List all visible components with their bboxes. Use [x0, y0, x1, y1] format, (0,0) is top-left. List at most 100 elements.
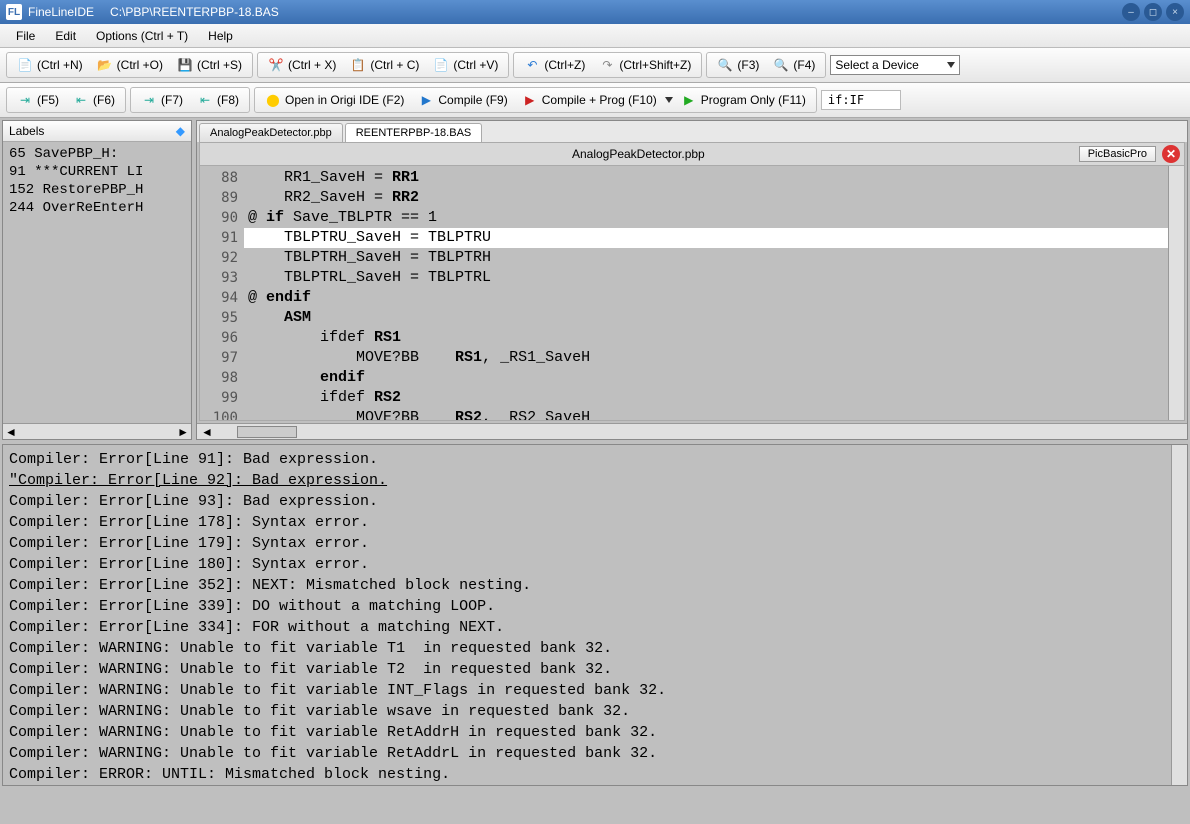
output-line[interactable]: Compiler: Error[Line 339]: DO without a … [9, 596, 1181, 617]
if-field[interactable]: if:IF [821, 90, 901, 110]
search-icon: 🔍 [717, 57, 733, 73]
output-line[interactable]: Compiler: WARNING: Unable to fit variabl… [9, 701, 1181, 722]
workspace: Labels ◆ 65 SavePBP_H: 91 ***CURRENT LI 15… [0, 118, 1190, 442]
minimize-button[interactable]: – [1122, 3, 1140, 21]
output-line[interactable]: Compiler: Error[Line 93]: Bad expression… [9, 491, 1181, 512]
new-button[interactable]: 📄(Ctrl +N) [11, 55, 89, 75]
toolbar-row-1: 📄(Ctrl +N) 📂(Ctrl +O) 💾(Ctrl +S) ✂️(Ctrl… [0, 48, 1190, 83]
dropdown-icon[interactable] [665, 97, 673, 103]
menu-help[interactable]: Help [198, 27, 243, 45]
tab-bar: AnalogPeakDetector.pbp REENTERPBP-18.BAS [197, 121, 1187, 142]
paste-icon: 📄 [433, 57, 449, 73]
tab-analog[interactable]: AnalogPeakDetector.pbp [199, 123, 343, 142]
device-select[interactable]: Select a Device [830, 55, 960, 75]
code-line[interactable]: @ endif [244, 288, 1168, 308]
code-line[interactable]: MOVE?BB RS1, _RS1_SaveH [244, 348, 1168, 368]
file-path: C:\PBP\REENTERPBP-18.BAS [110, 5, 279, 19]
output-line[interactable]: Compiler: Error[Line 352]: NEXT: Mismatc… [9, 575, 1181, 596]
code-line[interactable]: RR2_SaveH = RR2 [244, 188, 1168, 208]
code-line[interactable]: TBLPTRU_SaveH = TBLPTRU [244, 228, 1168, 248]
output-line[interactable]: Compiler: Error[Line 334]: FOR without a… [9, 617, 1181, 638]
label-item[interactable]: 244 OverReEnterH [9, 200, 185, 216]
output-line[interactable]: Compiler: Error[Line 91]: Bad expression… [9, 449, 1181, 470]
titlebar: FL FineLineIDE C:\PBP\REENTERPBP-18.BAS … [0, 0, 1190, 24]
output-line[interactable]: Compiler: WARNING: Unable to fit variabl… [9, 743, 1181, 764]
indent-icon: ⇥ [141, 92, 157, 108]
open-folder-icon: 📂 [97, 57, 113, 73]
code-line[interactable]: TBLPTRL_SaveH = TBLPTRL [244, 268, 1168, 288]
menu-options[interactable]: Options (Ctrl + T) [86, 27, 198, 45]
search-next-icon: 🔍 [773, 57, 789, 73]
code-line[interactable]: @ if Save_TBLPTR == 1 [244, 208, 1168, 228]
editor-vscroll[interactable] [1168, 166, 1184, 420]
labels-panel: Labels ◆ 65 SavePBP_H: 91 ***CURRENT LI 15… [2, 120, 192, 440]
lang-badge: PicBasicPro [1079, 146, 1156, 162]
maximize-button[interactable]: ◻ [1144, 3, 1162, 21]
indent-f7-button[interactable]: ⇥(F7) [135, 90, 189, 110]
output-line[interactable]: Compiler: Error[Line 180]: Syntax error. [9, 554, 1181, 575]
app-icon: FL [6, 4, 22, 20]
paste-button[interactable]: 📄(Ctrl +V) [427, 55, 504, 75]
findnext-button[interactable]: 🔍(F4) [767, 55, 821, 75]
open-orig-ide-button[interactable]: ⬤Open in Origi IDE (F2) [259, 90, 410, 110]
output-line[interactable]: Compiler: Error[Line 178]: Syntax error. [9, 512, 1181, 533]
play-blue-icon: ▶ [418, 92, 434, 108]
undo-button[interactable]: ↶(Ctrl+Z) [518, 55, 591, 75]
redo-icon: ↷ [599, 57, 615, 73]
output-line[interactable]: Compiler: Error[Line 179]: Syntax error. [9, 533, 1181, 554]
outdent-icon: ⇤ [197, 92, 213, 108]
code-line[interactable]: endif [244, 368, 1168, 388]
output-line[interactable]: Compiler: WARNING: Unable to fit variabl… [9, 680, 1181, 701]
editor-header: AnalogPeakDetector.pbp PicBasicPro ✕ [199, 142, 1185, 166]
code-body[interactable]: RR1_SaveH = RR1 RR2_SaveH = RR2@ if Save… [244, 166, 1168, 420]
redo-button[interactable]: ↷(Ctrl+Shift+Z) [593, 55, 697, 75]
find-button[interactable]: 🔍(F3) [711, 55, 765, 75]
label-item[interactable]: 152 RestorePBP_H [9, 182, 185, 198]
open-button[interactable]: 📂(Ctrl +O) [91, 55, 169, 75]
editor-filename: AnalogPeakDetector.pbp [200, 145, 1077, 163]
editor-close-button[interactable]: ✕ [1162, 145, 1180, 163]
toolbar-row-2: ⇥(F5) ⇤(F6) ⇥(F7) ⇤(F8) ⬤Open in Origi I… [0, 83, 1190, 118]
indent-f5-button[interactable]: ⇥(F5) [11, 90, 65, 110]
code-line[interactable]: RR1_SaveH = RR1 [244, 168, 1168, 188]
menubar: File Edit Options (Ctrl + T) Help [0, 24, 1190, 48]
output-vscroll[interactable] [1171, 445, 1187, 785]
outdent-f8-button[interactable]: ⇤(F8) [191, 90, 245, 110]
output-line[interactable]: Compiler: ERROR: UNTIL: Mismatched block… [9, 764, 1181, 785]
cut-icon: ✂️ [268, 57, 284, 73]
line-gutter: 888990919293949596979899100 [200, 166, 244, 420]
label-item[interactable]: 91 ***CURRENT LI [9, 164, 185, 180]
app-name: FineLineIDE [28, 5, 94, 19]
output-line[interactable]: Compiler: WARNING: Unable to fit variabl… [9, 722, 1181, 743]
output-panel[interactable]: Compiler: Error[Line 91]: Bad expression… [2, 444, 1188, 786]
save-button[interactable]: 💾(Ctrl +S) [171, 55, 248, 75]
menu-edit[interactable]: Edit [45, 27, 86, 45]
chevron-down-icon [947, 62, 955, 68]
copy-button[interactable]: 📋(Ctrl + C) [344, 55, 425, 75]
editor-hscroll[interactable]: ◄ [197, 423, 1187, 439]
sidebar-hscroll[interactable]: ◄► [3, 423, 191, 439]
indent-icon: ⇥ [17, 92, 33, 108]
output-line[interactable]: "Compiler: Error[Line 92]: Bad expressio… [9, 470, 1181, 491]
tab-reenter[interactable]: REENTERPBP-18.BAS [345, 123, 483, 142]
compile-prog-button[interactable]: ▶Compile + Prog (F10) [516, 90, 663, 110]
outdent-f6-button[interactable]: ⇤(F6) [67, 90, 121, 110]
program-only-button[interactable]: ▶Program Only (F11) [675, 90, 812, 110]
output-line[interactable]: Compiler: WARNING: Unable to fit variabl… [9, 659, 1181, 680]
code-line[interactable]: ifdef RS2 [244, 388, 1168, 408]
labels-header[interactable]: Labels ◆ [3, 121, 191, 142]
diamond-icon: ◆ [176, 124, 185, 138]
label-item[interactable]: 65 SavePBP_H: [9, 146, 185, 162]
editor-area: AnalogPeakDetector.pbp REENTERPBP-18.BAS… [196, 120, 1188, 440]
close-button[interactable]: × [1166, 3, 1184, 21]
copy-icon: 📋 [350, 57, 366, 73]
code-line[interactable]: MOVE?BB RS2, RS2 SaveH [244, 408, 1168, 421]
code-line[interactable]: ASM [244, 308, 1168, 328]
menu-file[interactable]: File [6, 27, 45, 45]
circle-yellow-icon: ⬤ [265, 92, 281, 108]
output-line[interactable]: Compiler: WARNING: Unable to fit variabl… [9, 638, 1181, 659]
code-line[interactable]: ifdef RS1 [244, 328, 1168, 348]
code-line[interactable]: TBLPTRH_SaveH = TBLPTRH [244, 248, 1168, 268]
cut-button[interactable]: ✂️(Ctrl + X) [262, 55, 342, 75]
compile-button[interactable]: ▶Compile (F9) [412, 90, 513, 110]
